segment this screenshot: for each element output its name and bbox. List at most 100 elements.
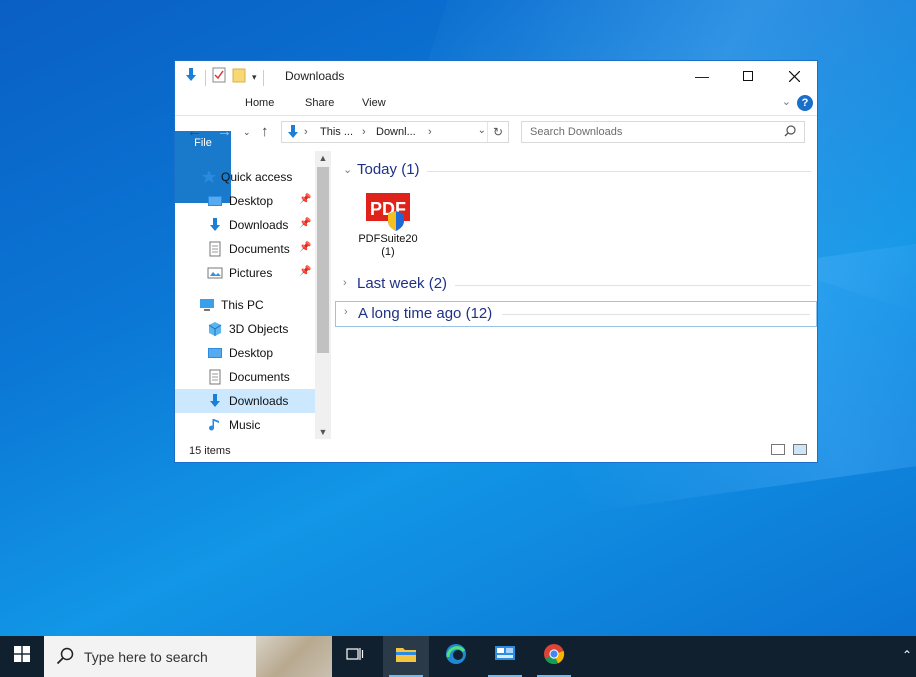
taskbar-chrome[interactable]: [531, 636, 577, 677]
help-icon[interactable]: ?: [797, 95, 813, 111]
search-input[interactable]: Search Downloads: [521, 121, 805, 143]
taskbar-search-box[interactable]: Type here to search: [44, 636, 332, 677]
documents-icon: [207, 369, 223, 385]
address-dropdown-chevron-icon[interactable]: ⌄: [478, 125, 486, 136]
file-item[interactable]: PDF PDFSuite20 (1): [353, 191, 423, 263]
pin-icon: 📌: [299, 266, 312, 277]
tab-share[interactable]: Share: [305, 91, 334, 115]
desktop-icon: [207, 345, 223, 361]
breadcrumb-downloads[interactable]: Downl...: [376, 126, 416, 138]
taskbar-edge[interactable]: [433, 636, 479, 677]
pdf-file-icon: PDF: [364, 191, 412, 233]
group-divider: [455, 285, 811, 286]
expand-chevron-icon[interactable]: ›: [344, 306, 348, 318]
pictures-icon: [207, 265, 223, 281]
pin-icon: 📌: [299, 194, 312, 205]
close-button[interactable]: [771, 61, 817, 91]
chrome-browser-icon: [543, 643, 565, 670]
up-arrow-icon[interactable]: ↑: [261, 123, 269, 140]
pin-icon: 📌: [299, 242, 312, 253]
desktop-icon: [207, 193, 223, 209]
back-arrow-icon[interactable]: ←: [187, 123, 202, 140]
nav-pc-documents[interactable]: Documents: [175, 365, 315, 389]
properties-icon[interactable]: [212, 67, 226, 88]
breadcrumb-separator-icon: ›: [304, 126, 308, 138]
details-view-icon[interactable]: [771, 444, 785, 455]
file-name-suffix: (1): [381, 246, 395, 258]
downloads-location-icon: [285, 124, 301, 145]
nav-pc-desktop[interactable]: Desktop: [175, 341, 315, 365]
nav-label: Desktop: [229, 194, 274, 208]
taskbar: Type here to search ⌃: [0, 636, 916, 677]
tab-view[interactable]: View: [362, 91, 386, 115]
quick-access-toolbar: ▾: [183, 67, 264, 88]
downloads-icon: [207, 217, 223, 233]
nav-label: Pictures: [229, 266, 273, 280]
explorer-window: ▾ Downloads — File Home Share View ⌄ ? ←…: [174, 60, 818, 463]
refresh-icon[interactable]: ↻: [487, 122, 508, 142]
ribbon-tabs: File Home Share View ⌄ ?: [175, 91, 817, 203]
expand-chevron-icon[interactable]: ›: [343, 277, 347, 289]
scroll-thumb[interactable]: [317, 167, 329, 353]
group-long-time-ago[interactable]: › A long time ago (12): [335, 301, 817, 327]
nav-label: Documents: [229, 242, 290, 256]
search-icon: [784, 125, 796, 140]
taskbar-app[interactable]: [482, 636, 528, 677]
documents-icon: [207, 241, 223, 257]
scroll-down-icon[interactable]: ▼: [315, 425, 331, 439]
recent-locations-chevron-icon[interactable]: ⌄: [243, 127, 251, 138]
nav-pc-downloads[interactable]: Downloads: [175, 389, 315, 413]
nav-label: Downloads: [229, 218, 289, 232]
expand-ribbon-chevron-icon[interactable]: ⌄: [782, 95, 791, 108]
nav-3d-objects[interactable]: 3D Objects: [175, 317, 315, 341]
show-hidden-icons-chevron-icon[interactable]: ⌃: [902, 648, 912, 662]
group-label: Today (1): [357, 161, 420, 178]
address-bar[interactable]: › This ... › Downl... › ⌄ ↻: [281, 121, 509, 143]
group-last-week[interactable]: › Last week (2): [335, 273, 817, 297]
tab-home[interactable]: Home: [245, 91, 274, 115]
nav-quick-access[interactable]: Quick access: [175, 165, 315, 189]
nav-label: This PC: [221, 298, 264, 312]
address-row: ← → ⌄ ↑ › This ... › Downl... › ⌄ ↻ Sear…: [175, 118, 817, 148]
nav-this-pc[interactable]: This PC: [175, 293, 315, 317]
nav-quick-documents[interactable]: Documents 📌: [175, 237, 315, 261]
new-folder-icon[interactable]: [232, 67, 246, 88]
window-title: Downloads: [285, 69, 345, 83]
nav-label: Music: [229, 418, 261, 432]
collapse-chevron-icon[interactable]: ⌄: [343, 163, 352, 176]
search-icon: [56, 647, 74, 670]
downloads-folder-icon[interactable]: [183, 67, 199, 88]
forward-arrow-icon[interactable]: →: [217, 123, 232, 140]
task-view-button[interactable]: [332, 636, 378, 677]
nav-label: Downloads: [229, 394, 289, 408]
nav-scrollbar[interactable]: ▲ ▼: [315, 151, 331, 439]
nav-quick-desktop[interactable]: Desktop 📌: [175, 189, 315, 213]
group-today[interactable]: ⌄ Today (1): [335, 159, 817, 183]
status-item-count: 15 items: [189, 445, 231, 457]
customize-toolbar-chevron-icon[interactable]: ▾: [252, 72, 257, 83]
breadcrumb-this-pc[interactable]: This ...: [320, 126, 353, 138]
task-view-icon: [346, 646, 364, 667]
search-placeholder: Search Downloads: [530, 126, 623, 138]
control-panel-icon: [494, 645, 516, 668]
title-bar: ▾ Downloads —: [175, 61, 817, 91]
group-label: Last week (2): [357, 275, 448, 292]
scroll-up-icon[interactable]: ▲: [315, 151, 331, 165]
nav-quick-pictures[interactable]: Pictures 📌: [175, 261, 315, 285]
3d-objects-icon: [207, 321, 223, 337]
navigation-pane: Quick access Desktop 📌 Downloads 📌 Docum…: [175, 151, 331, 439]
downloads-icon: [207, 393, 223, 409]
large-icons-view-icon[interactable]: [793, 444, 807, 455]
maximize-button[interactable]: [725, 61, 771, 91]
taskbar-search-placeholder: Type here to search: [84, 649, 208, 665]
breadcrumb-separator-icon: ›: [428, 126, 432, 138]
taskbar-file-explorer[interactable]: [383, 636, 429, 677]
start-button[interactable]: [0, 636, 44, 677]
search-highlight-image: [256, 636, 332, 677]
nav-quick-downloads[interactable]: Downloads 📌: [175, 213, 315, 237]
file-list: ⌄ Today (1) PDF PDFSuite20 (1) › Last we…: [335, 151, 819, 441]
group-label: A long time ago (12): [358, 305, 493, 322]
nav-music[interactable]: Music: [175, 413, 315, 437]
minimize-button[interactable]: —: [679, 61, 725, 91]
nav-label: Documents: [229, 370, 290, 384]
